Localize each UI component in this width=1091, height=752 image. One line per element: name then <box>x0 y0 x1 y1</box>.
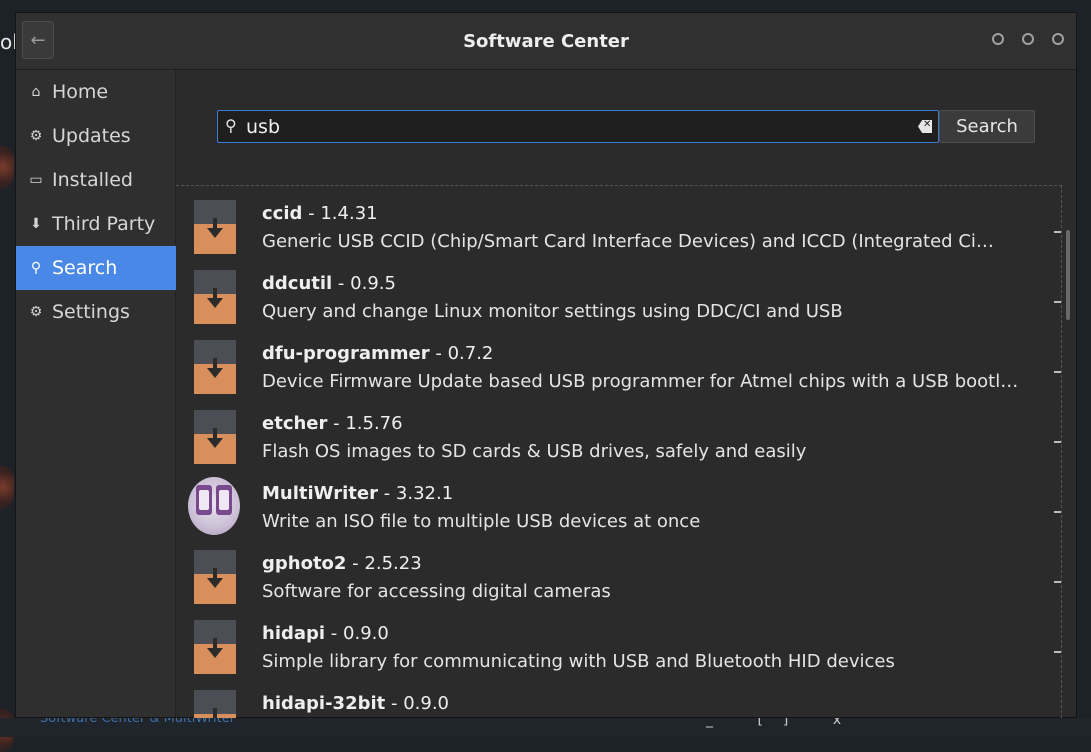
package-icon <box>194 550 236 604</box>
monitor-icon: ▭ <box>29 172 43 188</box>
row-marker <box>1054 581 1061 583</box>
package-version: - 0.9.5 <box>332 273 396 294</box>
package-version: - 2.5.23 <box>346 553 422 574</box>
list-item[interactable]: etcher - 1.5.76 Flash OS images to SD car… <box>176 401 1061 471</box>
close-button[interactable] <box>1052 33 1064 45</box>
maximize-button[interactable] <box>1022 33 1034 45</box>
main-content: ⚲ Search ccid - 1.4.31 Generic USB CCID (… <box>176 70 1076 718</box>
package-title: ccid - 1.4.31 <box>262 203 378 224</box>
sidebar-item-label: Third Party <box>52 213 156 235</box>
list-item[interactable]: hidapi-32bit - 0.9.0 <box>176 681 1061 718</box>
sidebar-item-third-party[interactable]: ⬇ Third Party <box>16 202 176 246</box>
download-arrow-icon: ⬇ <box>30 216 42 232</box>
package-title: dfu-programmer - 0.7.2 <box>262 343 493 364</box>
sidebar-item-label: Search <box>52 257 118 279</box>
package-name: MultiWriter <box>262 483 378 504</box>
desktop-avatar <box>0 465 14 509</box>
list-item[interactable] <box>176 186 1061 190</box>
row-marker <box>1054 511 1061 513</box>
search-button[interactable]: Search <box>939 110 1035 143</box>
package-description: Simple library for communicating with US… <box>262 651 895 672</box>
package-icon <box>194 200 236 254</box>
sidebar-item-label: Settings <box>52 301 130 323</box>
title-bar: ← Software Center <box>16 13 1076 70</box>
sidebar-item-installed[interactable]: ▭ Installed <box>16 158 176 202</box>
minimize-button[interactable] <box>992 33 1004 45</box>
sidebar: ⌂ Home ⚙ Updates ▭ Installed ⬇ Third Par… <box>16 70 176 717</box>
package-title: hidapi-32bit - 0.9.0 <box>262 693 449 714</box>
package-version: - 1.5.76 <box>327 413 403 434</box>
package-description: Query and change Linux monitor settings … <box>262 301 843 322</box>
search-field[interactable]: ⚲ <box>217 110 939 143</box>
package-icon <box>194 690 236 718</box>
search-icon: ⚲ <box>30 260 42 276</box>
package-version: - 0.7.2 <box>429 343 494 364</box>
package-description: Software for accessing digital cameras <box>262 581 611 602</box>
home-icon: ⌂ <box>31 84 41 100</box>
list-item[interactable]: hidapi - 0.9.0 Simple library for communi… <box>176 611 1061 681</box>
package-name: etcher <box>262 413 328 434</box>
package-title: hidapi - 0.9.0 <box>262 623 389 644</box>
list-item[interactable]: MultiWriter - 3.32.1 Write an ISO file to… <box>176 471 1061 541</box>
list-item[interactable]: gphoto2 - 2.5.23 Software for accessing d… <box>176 541 1061 611</box>
row-marker <box>1054 231 1061 233</box>
package-name: dfu-programmer <box>262 343 430 364</box>
package-name: gphoto2 <box>262 553 347 574</box>
list-item[interactable]: ccid - 1.4.31 Generic USB CCID (Chip/Smar… <box>176 191 1061 261</box>
row-marker <box>1054 301 1061 303</box>
clear-text-icon[interactable] <box>918 120 932 133</box>
package-name: ddcutil <box>262 273 333 294</box>
package-icon <box>194 270 236 324</box>
sidebar-item-label: Home <box>52 81 109 103</box>
row-marker <box>1054 371 1061 373</box>
row-marker <box>1054 441 1061 443</box>
package-title: MultiWriter - 3.32.1 <box>262 483 453 504</box>
package-description: Flash OS images to SD cards & USB drives… <box>262 441 807 462</box>
list-item[interactable]: ddcutil - 0.9.5 Query and change Linux mo… <box>176 261 1061 331</box>
settings-icon: ⚙ <box>29 304 43 320</box>
package-description: Device Firmware Update based USB program… <box>262 371 1019 392</box>
sidebar-item-home[interactable]: ⌂ Home <box>16 70 176 114</box>
list-item[interactable]: dfu-programmer - 0.7.2 Device Firmware Up… <box>176 331 1061 401</box>
scrollbar[interactable] <box>1066 230 1070 320</box>
sidebar-item-updates[interactable]: ⚙ Updates <box>16 114 176 158</box>
sidebar-item-label: Installed <box>52 169 133 191</box>
search-input[interactable] <box>246 113 896 140</box>
package-description: Generic USB CCID (Chip/Smart Card Interf… <box>262 231 994 252</box>
row-marker <box>1054 651 1061 653</box>
package-icon <box>194 340 236 394</box>
package-icon <box>194 410 236 464</box>
package-icon <box>194 620 236 674</box>
multiwriter-icon <box>188 477 240 535</box>
desktop-avatar <box>0 145 14 189</box>
package-title: gphoto2 - 2.5.23 <box>262 553 422 574</box>
package-name: ccid <box>262 203 303 224</box>
package-version: - 1.4.31 <box>302 203 378 224</box>
software-center-window: ← Software Center ⌂ Home ⚙ Updates ▭ Ins… <box>15 12 1077 718</box>
package-version: - 0.9.0 <box>325 623 389 644</box>
sidebar-item-label: Updates <box>52 125 131 147</box>
package-version: - 0.9.0 <box>385 693 449 714</box>
sidebar-item-search[interactable]: ⚲ Search <box>16 246 176 290</box>
package-name: hidapi-32bit <box>262 693 386 714</box>
package-name: hidapi <box>262 623 326 644</box>
gear-icon: ⚙ <box>29 128 43 144</box>
search-icon: ⚲ <box>225 116 237 135</box>
window-title: Software Center <box>463 31 629 52</box>
package-title: etcher - 1.5.76 <box>262 413 403 434</box>
package-description: Write an ISO file to multiple USB device… <box>262 511 701 532</box>
package-title: ddcutil - 0.9.5 <box>262 273 396 294</box>
results-list[interactable]: ccid - 1.4.31 Generic USB CCID (Chip/Smar… <box>176 185 1062 718</box>
package-version: - 3.32.1 <box>377 483 454 504</box>
sidebar-item-settings[interactable]: ⚙ Settings <box>16 290 176 334</box>
